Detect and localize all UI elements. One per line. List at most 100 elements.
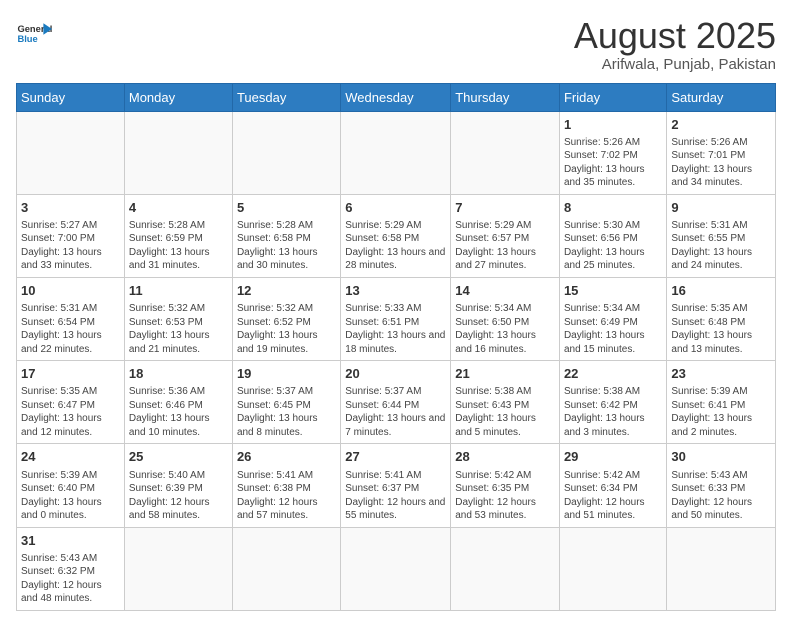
- day-info: Sunrise: 5:32 AM Sunset: 6:53 PM Dayligh…: [129, 302, 228, 356]
- day-number: 4: [129, 199, 228, 217]
- calendar-cell: 30 Sunrise: 5:43 AM Sunset: 6:33 PM Dayli…: [667, 444, 776, 527]
- day-info: Sunrise: 5:40 AM Sunset: 6:39 PM Dayligh…: [129, 469, 228, 523]
- calendar-table: SundayMondayTuesdayWednesdayThursdayFrid…: [16, 83, 776, 611]
- calendar-cell: 14Sunrise: 5:34 AM Sunset: 6:50 PM Dayli…: [451, 277, 560, 360]
- calendar-cell: [559, 527, 666, 610]
- weekday-header-monday: Monday: [124, 83, 232, 111]
- calendar-cell: 2 Sunrise: 5:26 AM Sunset: 7:01 PM Daylig…: [667, 111, 776, 194]
- day-info: Sunrise: 5:41 AM Sunset: 6:37 PM Dayligh…: [345, 469, 446, 523]
- day-info: Sunrise: 5:34 AM Sunset: 6:49 PM Dayligh…: [564, 302, 662, 356]
- calendar-cell: [451, 527, 560, 610]
- day-number: 20: [345, 365, 446, 383]
- calendar-cell: 16 Sunrise: 5:35 AM Sunset: 6:48 PM Dayli…: [667, 277, 776, 360]
- day-info: Sunrise: 5:37 AM Sunset: 6:44 PM Dayligh…: [345, 385, 446, 439]
- calendar-cell: [17, 111, 125, 194]
- weekday-header-row: SundayMondayTuesdayWednesdayThursdayFrid…: [17, 83, 776, 111]
- svg-text:Blue: Blue: [17, 34, 37, 44]
- calendar-cell: [667, 527, 776, 610]
- day-info: Sunrise: 5:41 AM Sunset: 6:38 PM Dayligh…: [237, 469, 336, 523]
- day-info: Sunrise: 5:39 AM Sunset: 6:40 PM Dayligh…: [21, 469, 120, 523]
- day-number: 18: [129, 365, 228, 383]
- logo-icon: General Blue: [16, 16, 52, 52]
- day-info: Sunrise: 5:30 AM Sunset: 6:56 PM Dayligh…: [564, 219, 662, 273]
- day-info: Sunrise: 5:42 AM Sunset: 6:35 PM Dayligh…: [455, 469, 555, 523]
- day-number: 17: [21, 365, 120, 383]
- calendar-week-1: 1Sunrise: 5:26 AM Sunset: 7:02 PM Daylig…: [17, 111, 776, 194]
- day-number: 22: [564, 365, 662, 383]
- day-info: Sunrise: 5:34 AM Sunset: 6:50 PM Dayligh…: [455, 302, 555, 356]
- calendar-cell: 13Sunrise: 5:33 AM Sunset: 6:51 PM Dayli…: [341, 277, 451, 360]
- day-info: Sunrise: 5:31 AM Sunset: 6:54 PM Dayligh…: [21, 302, 120, 356]
- calendar-cell: 7Sunrise: 5:29 AM Sunset: 6:57 PM Daylig…: [451, 194, 560, 277]
- calendar-cell: 29 Sunrise: 5:42 AM Sunset: 6:34 PM Dayli…: [559, 444, 666, 527]
- day-info: Sunrise: 5:35 AM Sunset: 6:47 PM Dayligh…: [21, 385, 120, 439]
- day-number: 31: [21, 532, 120, 550]
- day-info: Sunrise: 5:33 AM Sunset: 6:51 PM Dayligh…: [345, 302, 446, 356]
- day-info: Sunrise: 5:32 AM Sunset: 6:52 PM Dayligh…: [237, 302, 336, 356]
- calendar-cell: [232, 527, 340, 610]
- day-info: Sunrise: 5:38 AM Sunset: 6:42 PM Dayligh…: [564, 385, 662, 439]
- calendar-cell: [341, 111, 451, 194]
- calendar-cell: 6Sunrise: 5:29 AM Sunset: 6:58 PM Daylig…: [341, 194, 451, 277]
- calendar-week-2: 3Sunrise: 5:27 AM Sunset: 7:00 PM Daylig…: [17, 194, 776, 277]
- day-info: Sunrise: 5:38 AM Sunset: 6:43 PM Dayligh…: [455, 385, 555, 439]
- day-number: 2: [671, 116, 771, 134]
- calendar-cell: 25 Sunrise: 5:40 AM Sunset: 6:39 PM Dayli…: [124, 444, 232, 527]
- day-number: 19: [237, 365, 336, 383]
- logo: General Blue: [16, 16, 52, 52]
- calendar-cell: 8 Sunrise: 5:30 AM Sunset: 6:56 PM Daylig…: [559, 194, 666, 277]
- day-info: Sunrise: 5:37 AM Sunset: 6:45 PM Dayligh…: [237, 385, 336, 439]
- calendar-cell: 23Sunrise: 5:39 AM Sunset: 6:41 PM Dayli…: [667, 361, 776, 444]
- day-number: 25: [129, 448, 228, 466]
- calendar-cell: 11 Sunrise: 5:32 AM Sunset: 6:53 PM Dayli…: [124, 277, 232, 360]
- calendar-cell: 27 Sunrise: 5:41 AM Sunset: 6:37 PM Dayli…: [341, 444, 451, 527]
- day-number: 16: [671, 282, 771, 300]
- calendar-cell: 31 Sunrise: 5:43 AM Sunset: 6:32 PM Dayli…: [17, 527, 125, 610]
- day-info: Sunrise: 5:43 AM Sunset: 6:32 PM Dayligh…: [21, 552, 120, 606]
- day-info: Sunrise: 5:26 AM Sunset: 7:02 PM Dayligh…: [564, 136, 662, 190]
- calendar-cell: 12 Sunrise: 5:32 AM Sunset: 6:52 PM Dayli…: [232, 277, 340, 360]
- weekday-header-tuesday: Tuesday: [232, 83, 340, 111]
- day-number: 10: [21, 282, 120, 300]
- day-number: 6: [345, 199, 446, 217]
- calendar-cell: 28Sunrise: 5:42 AM Sunset: 6:35 PM Dayli…: [451, 444, 560, 527]
- day-info: Sunrise: 5:39 AM Sunset: 6:41 PM Dayligh…: [671, 385, 771, 439]
- day-number: 30: [671, 448, 771, 466]
- day-info: Sunrise: 5:43 AM Sunset: 6:33 PM Dayligh…: [671, 469, 771, 523]
- calendar-week-6: 31 Sunrise: 5:43 AM Sunset: 6:32 PM Dayli…: [17, 527, 776, 610]
- day-info: Sunrise: 5:28 AM Sunset: 6:59 PM Dayligh…: [129, 219, 228, 273]
- day-number: 11: [129, 282, 228, 300]
- calendar-cell: 22 Sunrise: 5:38 AM Sunset: 6:42 PM Dayli…: [559, 361, 666, 444]
- header: General Blue August 2025 Arifwala, Punja…: [16, 16, 776, 73]
- title-area: August 2025 Arifwala, Punjab, Pakistan: [574, 16, 776, 73]
- calendar-title: August 2025: [574, 16, 776, 56]
- weekday-header-friday: Friday: [559, 83, 666, 111]
- day-number: 7: [455, 199, 555, 217]
- day-info: Sunrise: 5:35 AM Sunset: 6:48 PM Dayligh…: [671, 302, 771, 356]
- day-info: Sunrise: 5:36 AM Sunset: 6:46 PM Dayligh…: [129, 385, 228, 439]
- day-number: 29: [564, 448, 662, 466]
- calendar-cell: 15 Sunrise: 5:34 AM Sunset: 6:49 PM Dayli…: [559, 277, 666, 360]
- calendar-cell: [124, 527, 232, 610]
- day-number: 8: [564, 199, 662, 217]
- calendar-cell: [451, 111, 560, 194]
- day-number: 12: [237, 282, 336, 300]
- day-number: 9: [671, 199, 771, 217]
- weekday-header-saturday: Saturday: [667, 83, 776, 111]
- calendar-cell: 4 Sunrise: 5:28 AM Sunset: 6:59 PM Daylig…: [124, 194, 232, 277]
- calendar-cell: [341, 527, 451, 610]
- day-number: 27: [345, 448, 446, 466]
- day-number: 5: [237, 199, 336, 217]
- day-number: 21: [455, 365, 555, 383]
- day-number: 24: [21, 448, 120, 466]
- calendar-cell: [232, 111, 340, 194]
- calendar-cell: 24 Sunrise: 5:39 AM Sunset: 6:40 PM Dayli…: [17, 444, 125, 527]
- calendar-cell: 5Sunrise: 5:28 AM Sunset: 6:58 PM Daylig…: [232, 194, 340, 277]
- day-info: Sunrise: 5:42 AM Sunset: 6:34 PM Dayligh…: [564, 469, 662, 523]
- calendar-cell: 26Sunrise: 5:41 AM Sunset: 6:38 PM Dayli…: [232, 444, 340, 527]
- day-info: Sunrise: 5:27 AM Sunset: 7:00 PM Dayligh…: [21, 219, 120, 273]
- calendar-cell: 19 Sunrise: 5:37 AM Sunset: 6:45 PM Dayli…: [232, 361, 340, 444]
- calendar-week-3: 10 Sunrise: 5:31 AM Sunset: 6:54 PM Dayli…: [17, 277, 776, 360]
- day-number: 15: [564, 282, 662, 300]
- day-info: Sunrise: 5:26 AM Sunset: 7:01 PM Dayligh…: [671, 136, 771, 190]
